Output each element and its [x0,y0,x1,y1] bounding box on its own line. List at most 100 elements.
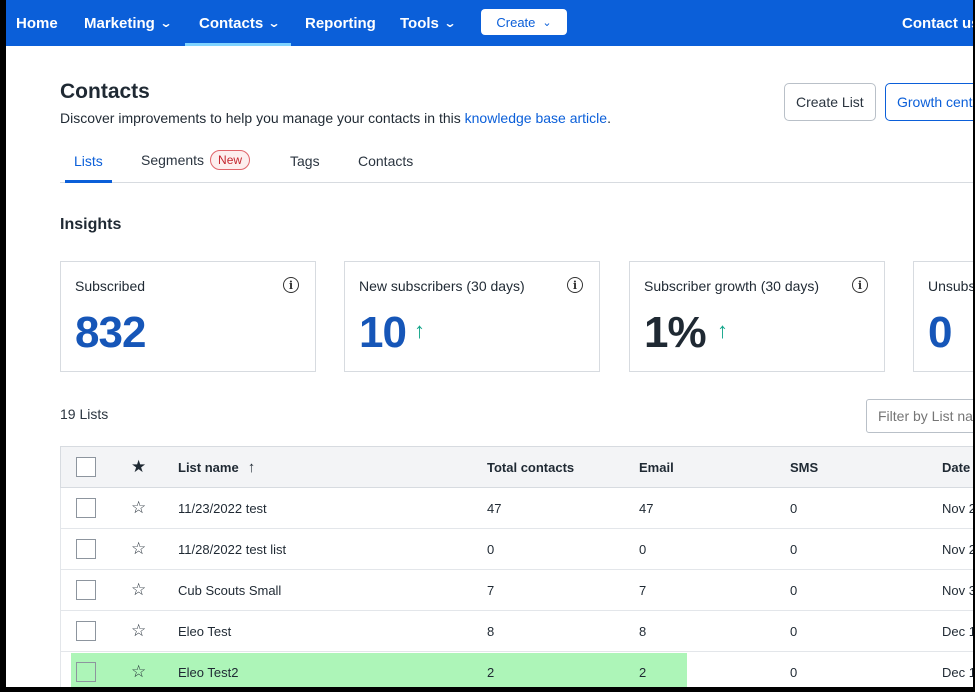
card-value: 832 [75,308,146,357]
top-nav: Home Marketing ⌄ Contacts ⌄ Reporting To… [6,0,973,46]
table-header: ★ List name ↑ Total contacts Email SMS D… [60,446,973,488]
card-value: 1% [644,308,707,357]
table-row[interactable]: ☆ 11/23/2022 test 47 47 0 Nov 23, 2022 [60,488,973,529]
table-row[interactable]: ☆ Eleo Test 8 8 0 Dec 1, 2022 [60,611,973,652]
sms-count: 0 [790,623,798,639]
info-icon[interactable]: i [852,277,868,293]
growth-center-button[interactable]: Growth center [885,83,973,121]
tab-lists[interactable]: Lists [74,153,103,169]
select-all-checkbox-cell [76,447,96,487]
list-count: 19 Lists [60,406,109,422]
card-label: New subscribers (30 days) [359,278,525,294]
email-count: 0 [639,541,647,557]
date-created: Dec 1, 2022 [942,664,973,680]
card-value: 10 [359,308,407,357]
row-checkbox[interactable] [76,621,96,641]
nav-contacts-label: Contacts [199,14,264,32]
nav-home[interactable]: Home [16,0,58,46]
star-outline-icon[interactable]: ☆ [131,580,146,600]
star-outline-icon[interactable]: ☆ [131,498,146,518]
column-total-contacts[interactable]: Total contacts [487,447,574,487]
create-list-label: Create List [796,94,864,110]
arrow-up-icon: ↑ [717,318,728,343]
subscriber-growth-card: Subscriber growth (30 days) i 1% ↑ [629,261,885,372]
sms-count: 0 [790,541,798,557]
nav-marketing-label: Marketing [84,14,155,32]
create-button-label: Create [496,14,536,30]
card-label: Subscriber growth (30 days) [644,278,820,294]
nav-contact-us[interactable]: Contact us [902,0,973,46]
column-list-name[interactable]: List name ↑ [178,447,255,487]
contacts-tabs: Lists Segments New Tags Contacts [60,145,973,183]
description-text: Discover improvements to help you manage… [60,110,465,126]
page-description: Discover improvements to help you manage… [60,110,611,126]
list-name[interactable]: 11/28/2022 test list [178,529,286,569]
star-filled-icon[interactable]: ★ [131,457,146,477]
card-value: 0 [928,308,953,357]
total-contacts: 2 [487,664,495,680]
knowledge-base-link[interactable]: knowledge base article [465,110,607,126]
filter-list-input[interactable] [866,399,973,433]
list-name[interactable]: Eleo Test2 [178,652,238,687]
total-contacts: 7 [487,582,495,598]
info-icon[interactable]: i [283,277,299,293]
info-icon[interactable]: i [567,277,583,293]
row-checkbox[interactable] [76,498,96,518]
tab-contacts-label: Contacts [358,153,414,169]
sms-count: 0 [790,582,798,598]
row-checkbox[interactable] [76,539,96,559]
column-date-created[interactable]: Date created [942,447,973,487]
nav-reporting-label: Reporting [305,14,376,32]
total-contacts: 47 [487,500,502,516]
chevron-down-icon: ⌄ [159,16,173,30]
email-count: 2 [639,664,647,680]
star-outline-icon[interactable]: ☆ [131,539,146,559]
sms-count: 0 [790,664,798,680]
chevron-down-icon: ⌄ [267,16,281,30]
tab-segments[interactable]: Segments New [141,150,251,170]
email-count: 47 [639,500,654,516]
card-label: Subscribed [75,278,146,294]
date-created: Dec 1, 2022 [942,623,973,639]
unsubscribed-card: Unsubscribed 0 [913,261,973,372]
create-button[interactable]: Create ⌄ [481,9,567,35]
arrow-up-icon: ↑ [414,318,425,343]
nav-contacts[interactable]: Contacts ⌄ [184,0,292,46]
email-count: 7 [639,582,647,598]
card-label: Unsubscribed [928,278,973,294]
tab-tags[interactable]: Tags [290,153,320,169]
list-name[interactable]: Eleo Test [178,611,231,651]
total-contacts: 8 [487,623,495,639]
nav-marketing[interactable]: Marketing ⌄ [84,0,173,46]
sort-ascending-icon[interactable]: ↑ [248,459,256,476]
new-badge: New [210,150,251,170]
column-email[interactable]: Email [639,447,674,487]
nav-tools[interactable]: Tools ⌄ [400,0,457,46]
table-row[interactable]: ☆ Cub Scouts Small 7 7 0 Nov 30, 2022 [60,570,973,611]
chevron-down-icon: ⌄ [443,16,457,30]
star-outline-icon[interactable]: ☆ [131,621,146,641]
row-checkbox[interactable] [76,580,96,600]
description-end: . [607,110,611,126]
nav-reporting[interactable]: Reporting [305,0,376,46]
column-sms[interactable]: SMS [790,447,818,487]
table-row[interactable]: ☆ 11/28/2022 test list 0 0 0 Nov 28, 202… [60,529,973,570]
email-count: 8 [639,623,647,639]
star-outline-icon[interactable]: ☆ [131,662,146,682]
nav-contact-us-label: Contact us [902,14,973,32]
sms-count: 0 [790,500,798,516]
date-created: Nov 30, 2022 [942,582,973,598]
select-all-checkbox[interactable] [76,457,96,477]
list-name[interactable]: Cub Scouts Small [178,570,281,610]
new-subscribers-card: New subscribers (30 days) i 10 ↑ [344,261,600,372]
date-created: Nov 23, 2022 [942,500,973,516]
subscribed-card: Subscribed i 832 [60,261,316,372]
list-name[interactable]: 11/23/2022 test [178,488,267,528]
page-title: Contacts [60,80,150,103]
tab-contacts[interactable]: Contacts [358,153,413,169]
create-list-button[interactable]: Create List [784,83,876,121]
column-list-name-label: List name [178,459,239,475]
row-checkbox[interactable] [76,662,96,682]
active-tab-indicator [65,180,112,183]
table-row-highlighted[interactable]: ☆ Eleo Test2 2 2 0 Dec 1, 2022 [60,652,973,687]
